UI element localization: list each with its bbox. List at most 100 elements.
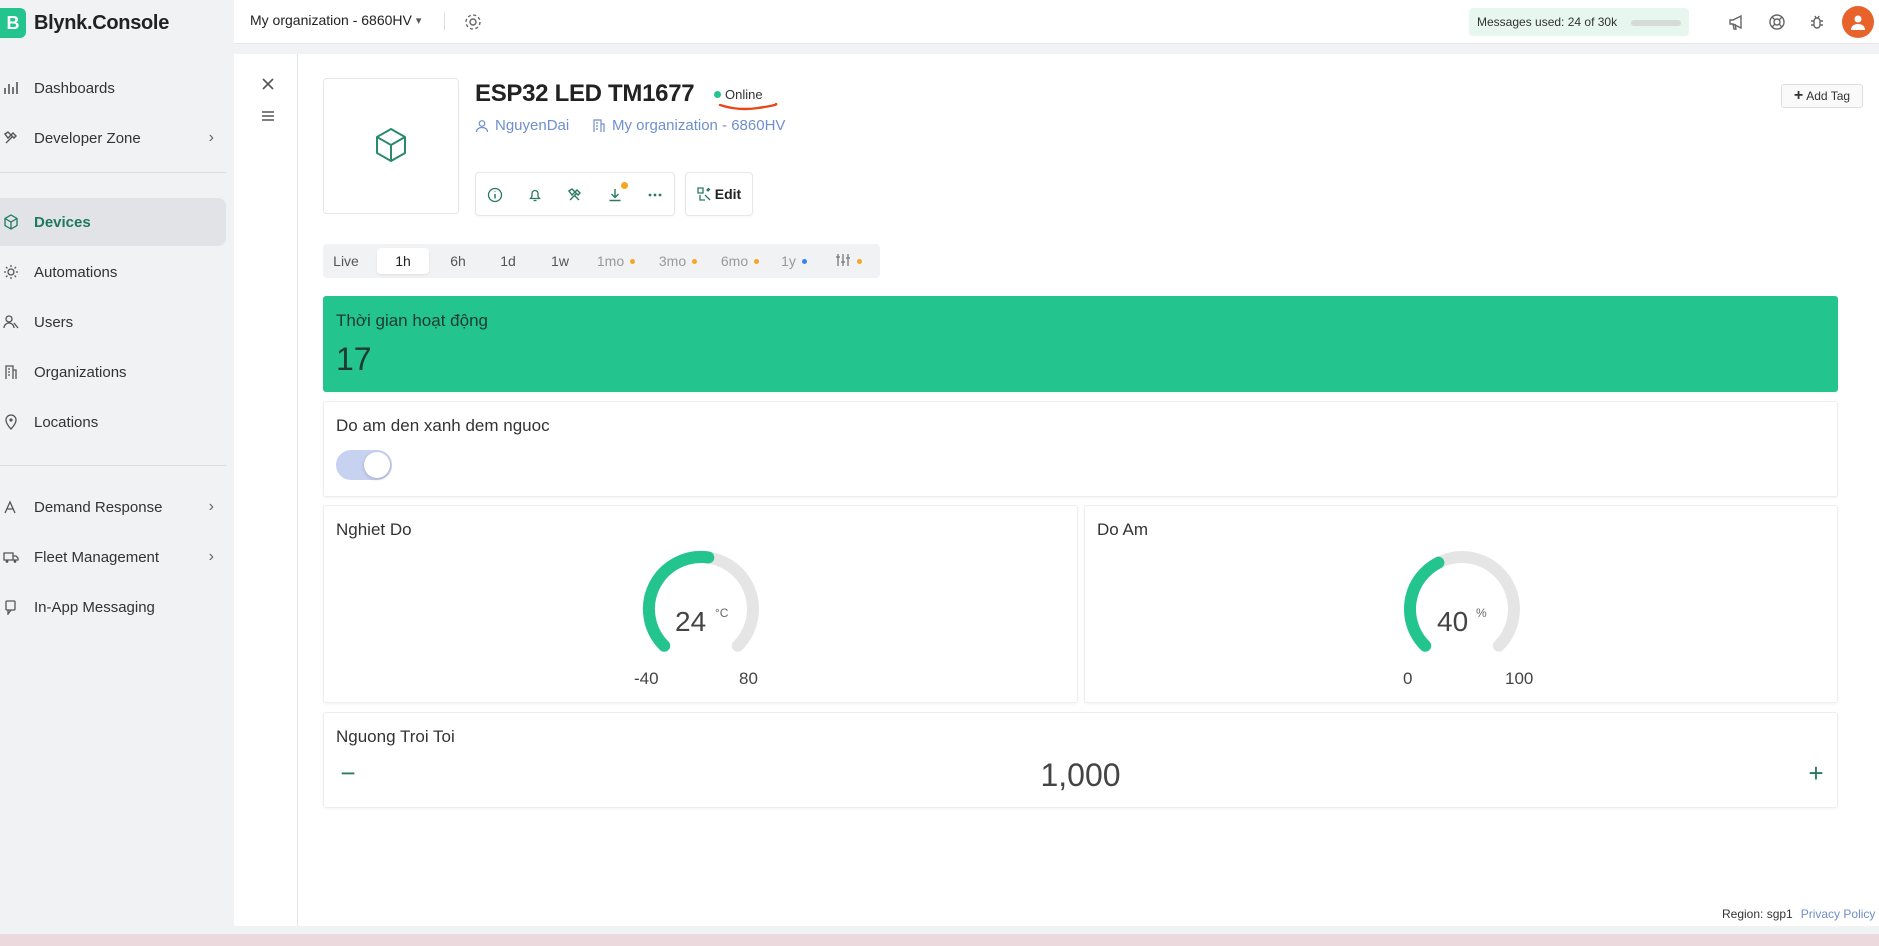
sidebar-item-developer-zone[interactable]: Developer Zone › [0, 114, 226, 162]
range-6h[interactable]: 6h [439, 248, 477, 274]
footer: Region: sgp1 Privacy Policy [1722, 907, 1875, 921]
messages-used[interactable]: Messages used: 24 of 30k [1469, 8, 1689, 36]
sidebar-item-label: Locations [34, 413, 99, 431]
logo-mark: B [0, 8, 26, 38]
sidebar-item-users[interactable]: Users [0, 298, 226, 346]
toggle-knob [364, 452, 390, 478]
range-custom[interactable] [823, 248, 873, 274]
sidebar-item-fleet-management[interactable]: Fleet Management › [0, 533, 226, 581]
device-organization[interactable]: My organization - 6860HV [592, 117, 785, 134]
user-icon [475, 119, 489, 133]
sidebar-item-locations[interactable]: Locations [0, 398, 226, 446]
chevron-right-icon: › [208, 498, 214, 515]
signal-icon [0, 496, 22, 518]
tools-icon[interactable] [564, 184, 586, 206]
range-label: 3mo [658, 253, 687, 269]
range-3mo[interactable]: 3mo [653, 248, 703, 274]
cube-icon [371, 125, 411, 168]
more-icon[interactable] [644, 184, 666, 206]
range-1w[interactable]: 1w [539, 248, 581, 274]
sidebar-item-label: Devices [34, 213, 91, 231]
device-side-rail [234, 54, 298, 926]
premium-dot [692, 258, 698, 264]
tools-icon [0, 127, 22, 149]
sidebar-item-demand-response[interactable]: Demand Response › [0, 483, 226, 531]
organization-selector[interactable]: My organization - 6860HV ▾ [250, 12, 421, 28]
messages-used-value: 24 of 30k [1567, 15, 1618, 29]
message-icon [0, 596, 22, 618]
top-bar: My organization - 6860HV ▾ Messages used… [234, 0, 1879, 44]
status-badge: Online [714, 87, 763, 102]
status-underline-annotation [718, 102, 778, 111]
widget-title: Do Am [1097, 520, 1149, 539]
range-label: 1y [781, 253, 796, 269]
premium-dot [801, 258, 807, 264]
menu-icon[interactable] [258, 106, 278, 126]
add-tag-button[interactable]: + Add Tag [1781, 84, 1863, 108]
device-image[interactable] [323, 78, 459, 214]
messages-progress-bar [1631, 20, 1681, 26]
logo[interactable]: B Blynk.Console [0, 8, 169, 38]
temperature-gauge [642, 550, 759, 652]
toggle-switch[interactable] [336, 450, 392, 480]
edit-button[interactable]: Edit [685, 172, 753, 216]
sidebar-item-in-app-messaging[interactable]: In-App Messaging [0, 583, 226, 631]
range-1y[interactable]: 1y [773, 248, 815, 274]
device-owner-name: NguyenDai [495, 117, 570, 134]
range-label: 1h [395, 253, 411, 269]
sidebar-item-label: Demand Response [34, 498, 163, 516]
chevron-right-icon: › [208, 548, 214, 565]
device-title: ESP32 LED TM1677 [475, 80, 695, 107]
bell-icon[interactable] [524, 184, 546, 206]
gauge-max: 100 [1505, 669, 1534, 688]
range-1h[interactable]: 1h [377, 248, 429, 274]
organization-name: My organization - 6860HV [250, 12, 412, 28]
chevron-down-icon: ▾ [415, 14, 422, 27]
temperature-gauge-widget: Nghiet Do 24 °C -40 80 [323, 505, 1078, 703]
gauge-value: 40 [1437, 606, 1469, 637]
avatar[interactable] [1842, 6, 1874, 38]
update-badge [621, 182, 628, 189]
pin-icon [0, 411, 22, 433]
gauge-value: 24 [675, 606, 707, 637]
range-1d[interactable]: 1d [489, 248, 527, 274]
privacy-policy-link[interactable]: Privacy Policy [1801, 907, 1876, 921]
range-label: 1d [500, 253, 516, 269]
widget-title: Thời gian hoạt động [336, 311, 488, 330]
gear-icon[interactable] [462, 11, 484, 33]
gauge-min: 0 [1403, 669, 1413, 688]
time-range-selector: Live 1h 6h 1d 1w 1mo 3mo 6mo 1y [323, 244, 880, 278]
decrement-button[interactable]: − [336, 758, 360, 788]
range-label: Live [333, 253, 359, 269]
range-label: 6h [450, 253, 466, 269]
bug-icon[interactable] [1806, 11, 1828, 33]
sidebar-item-dashboards[interactable]: Dashboards [0, 64, 226, 112]
sidebar-item-devices[interactable]: Devices [0, 198, 226, 246]
cube-icon [0, 211, 22, 233]
range-1mo[interactable]: 1mo [591, 248, 641, 274]
gauge-unit: % [1476, 606, 1487, 620]
megaphone-icon[interactable] [1726, 11, 1748, 33]
app-name: Blynk.Console [34, 11, 170, 34]
sidebar-item-label: Dashboards [34, 79, 115, 97]
device-owner[interactable]: NguyenDai [475, 117, 569, 134]
sidebar-item-organizations[interactable]: Organizations [0, 348, 226, 396]
humidity-gauge [1403, 551, 1520, 652]
premium-dot [856, 258, 862, 264]
info-icon[interactable] [484, 184, 506, 206]
sidebar-item-label: In-App Messaging [34, 598, 155, 616]
range-label: 6mo [720, 253, 749, 269]
building-icon [592, 118, 606, 133]
sun-gear-icon [0, 261, 22, 283]
sidebar-item-label: Users [34, 313, 74, 331]
increment-button[interactable]: + [1804, 758, 1828, 788]
messages-used-label: Messages used: [1477, 15, 1565, 29]
sidebar-item-automations[interactable]: Automations [0, 248, 226, 296]
range-6mo[interactable]: 6mo [715, 248, 765, 274]
gauge-max: 80 [739, 669, 758, 688]
close-icon[interactable] [258, 74, 278, 94]
sidebar-divider [0, 465, 226, 466]
range-live[interactable]: Live [327, 248, 365, 274]
lifebuoy-icon[interactable] [1766, 11, 1788, 33]
stepper-value: 1,000 [1040, 757, 1121, 793]
